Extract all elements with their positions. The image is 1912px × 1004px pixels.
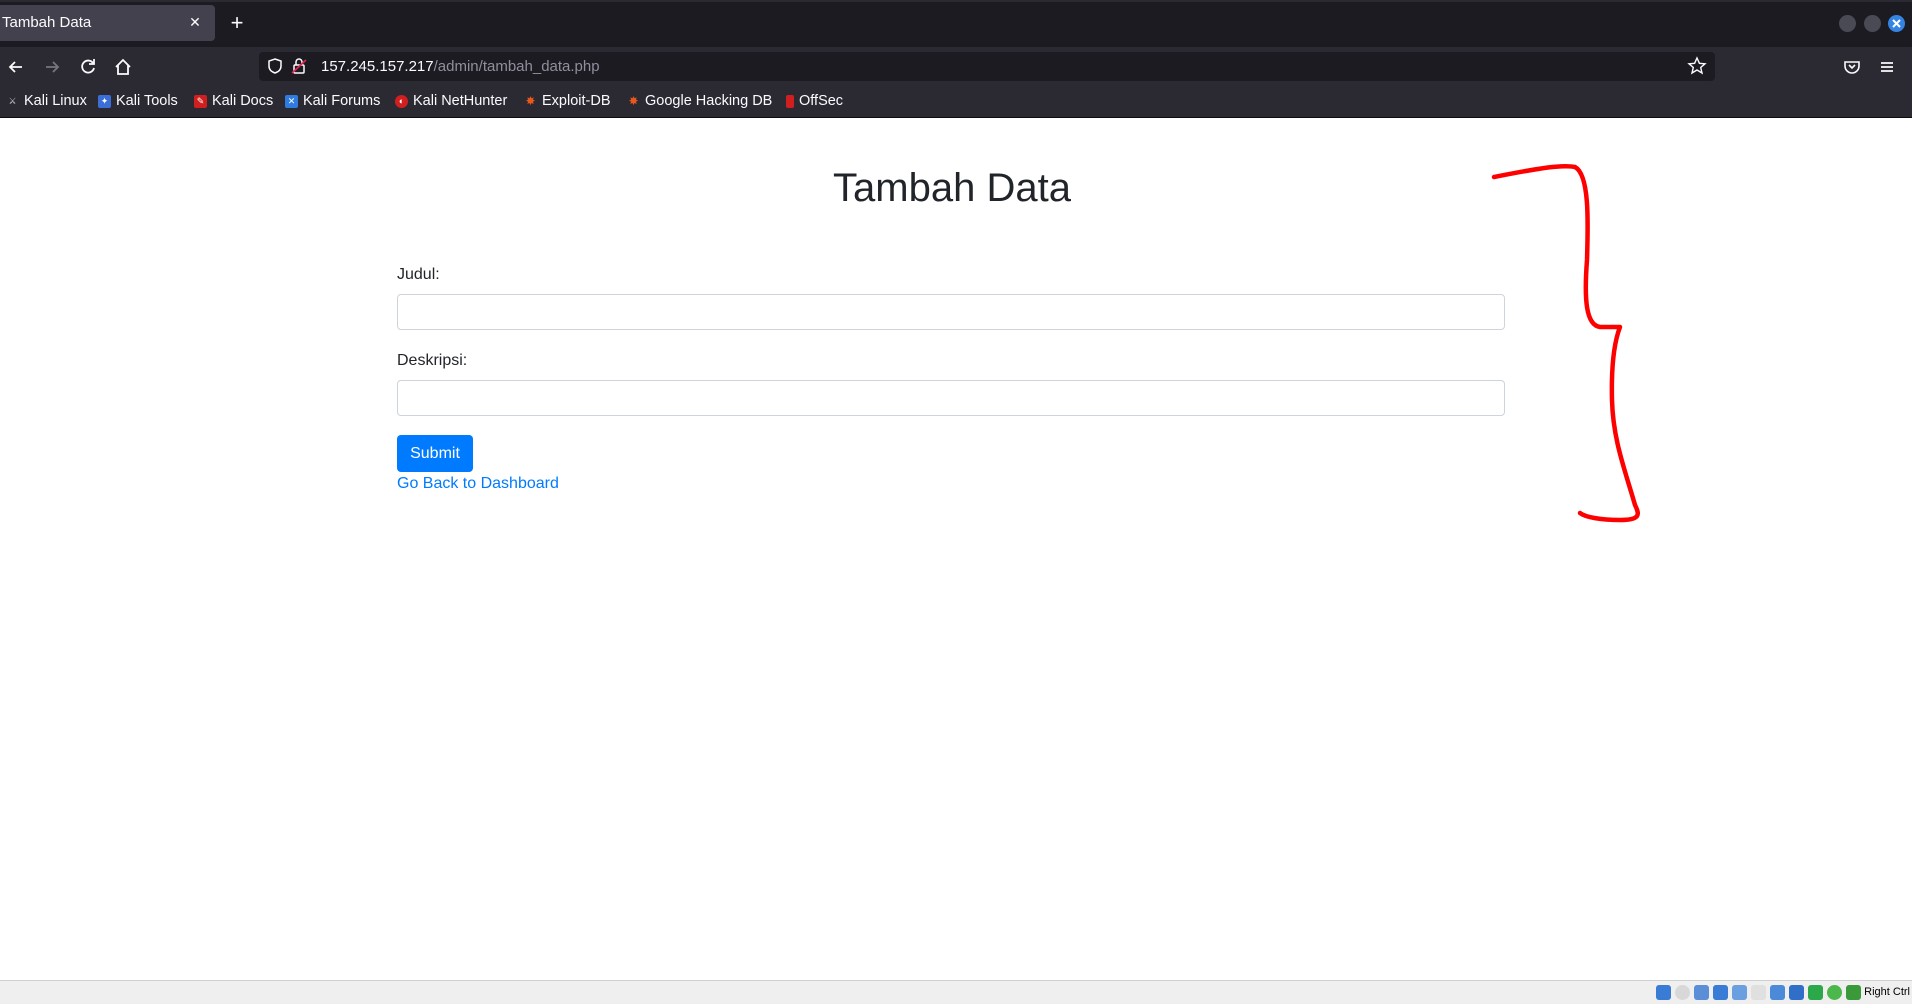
bookmark-label: Kali Linux bbox=[24, 93, 87, 109]
kali-dragon-icon: ⚔ bbox=[6, 94, 19, 108]
bookmark-kali-linux[interactable]: ⚔ Kali Linux bbox=[6, 92, 87, 110]
judul-label: Judul: bbox=[397, 266, 440, 283]
page-content: Tambah Data Judul: Deskripsi: Submit Go … bbox=[0, 118, 1912, 980]
bookmarks-toolbar: ⚔ Kali Linux ✦ Kali Tools ✎ Kali Docs ✕ … bbox=[0, 85, 1912, 118]
bookmark-label: Kali NetHunter bbox=[413, 93, 508, 109]
bookmark-kali-tools[interactable]: ✦ Kali Tools bbox=[98, 92, 178, 110]
recording-icon[interactable] bbox=[1789, 985, 1804, 1000]
close-icon[interactable]: ✕ bbox=[185, 12, 205, 32]
shield-icon[interactable] bbox=[266, 57, 284, 75]
tab-active[interactable]: Tambah Data ✕ bbox=[0, 5, 215, 41]
host-key-label: Right Ctrl bbox=[1864, 986, 1910, 998]
bookmark-google-hacking-db[interactable]: ✸ Google Hacking DB bbox=[627, 92, 772, 110]
bookmark-label: OffSec bbox=[799, 93, 844, 109]
bookmark-label: Kali Tools bbox=[116, 93, 178, 109]
usb-icon[interactable] bbox=[1732, 985, 1747, 1000]
offsec-icon bbox=[786, 94, 794, 108]
back-to-dashboard-link[interactable]: Go Back to Dashboard bbox=[397, 475, 559, 493]
star-icon[interactable] bbox=[1687, 56, 1707, 76]
pocket-button[interactable] bbox=[1840, 55, 1864, 79]
url-bar[interactable]: 157.245.157.217/admin/tambah_data.php bbox=[259, 52, 1715, 81]
url-path: /admin/tambah_data.php bbox=[433, 58, 600, 75]
home-button[interactable] bbox=[111, 55, 135, 79]
bookmark-kali-nethunter[interactable]: ◐ Kali NetHunter bbox=[395, 92, 507, 110]
reload-icon bbox=[81, 59, 95, 74]
keyboard-capture-icon[interactable] bbox=[1846, 985, 1861, 1000]
arrow-left-icon bbox=[8, 61, 22, 73]
new-tab-button[interactable]: + bbox=[226, 12, 248, 34]
bookmark-offsec[interactable]: OffSec bbox=[786, 92, 843, 110]
deskripsi-input[interactable] bbox=[397, 380, 1505, 416]
arrow-right-icon bbox=[46, 61, 60, 73]
kali-tools-icon: ✦ bbox=[98, 94, 111, 108]
ghdb-icon: ✸ bbox=[628, 93, 639, 108]
tab-strip-edge bbox=[0, 0, 1912, 2]
back-button[interactable] bbox=[4, 55, 28, 79]
cpu-icon[interactable] bbox=[1808, 985, 1823, 1000]
deskripsi-label: Deskripsi: bbox=[397, 352, 468, 369]
kali-docs-icon: ✎ bbox=[194, 94, 207, 108]
display-icon[interactable] bbox=[1770, 985, 1785, 1000]
submit-button[interactable]: Submit bbox=[397, 435, 473, 472]
url-text[interactable]: 157.245.157.217/admin/tambah_data.php bbox=[321, 58, 600, 75]
optical-drive-icon[interactable] bbox=[1675, 985, 1690, 1000]
audio-icon[interactable] bbox=[1694, 985, 1709, 1000]
kali-nethunter-icon: ◐ bbox=[395, 94, 408, 108]
menu-button[interactable] bbox=[1875, 55, 1899, 79]
judul-input[interactable] bbox=[397, 294, 1505, 330]
forward-button[interactable] bbox=[40, 55, 64, 79]
reload-button[interactable] bbox=[76, 55, 100, 79]
network-icon[interactable] bbox=[1713, 985, 1728, 1000]
bookmark-exploit-db[interactable]: ✸ Exploit-DB bbox=[524, 92, 611, 110]
navigation-toolbar: 157.245.157.217/admin/tambah_data.php bbox=[0, 47, 1912, 85]
tab-strip: Tambah Data ✕ + bbox=[0, 0, 1912, 47]
bookmark-label: Kali Docs bbox=[212, 93, 274, 109]
bookmark-label: Google Hacking DB bbox=[645, 93, 773, 109]
tab-title: Tambah Data bbox=[2, 14, 92, 31]
hard-disk-icon[interactable] bbox=[1656, 985, 1671, 1000]
home-icon bbox=[115, 58, 131, 75]
bookmark-kali-docs[interactable]: ✎ Kali Docs bbox=[194, 92, 273, 110]
insecure-lock-icon[interactable] bbox=[290, 57, 308, 75]
vm-status-bar: Right Ctrl bbox=[0, 980, 1912, 1004]
bookmark-kali-forums[interactable]: ✕ Kali Forums bbox=[285, 92, 380, 110]
url-host: 157.245.157.217 bbox=[321, 58, 434, 75]
bookmark-label: Kali Forums bbox=[303, 93, 381, 109]
close-window-icon bbox=[1892, 19, 1901, 28]
close-window-button[interactable] bbox=[1888, 15, 1905, 32]
maximize-button[interactable] bbox=[1864, 15, 1881, 32]
minimize-button[interactable] bbox=[1839, 15, 1856, 32]
pocket-icon bbox=[1844, 61, 1860, 74]
hamburger-menu-icon bbox=[1881, 62, 1893, 72]
mouse-integration-icon[interactable] bbox=[1827, 985, 1842, 1000]
shared-folders-icon[interactable] bbox=[1751, 985, 1766, 1000]
bookmark-label: Exploit-DB bbox=[542, 93, 611, 109]
page-title: Tambah Data bbox=[833, 166, 1071, 210]
kali-forums-icon: ✕ bbox=[285, 94, 298, 108]
exploit-db-icon: ✸ bbox=[525, 93, 536, 108]
